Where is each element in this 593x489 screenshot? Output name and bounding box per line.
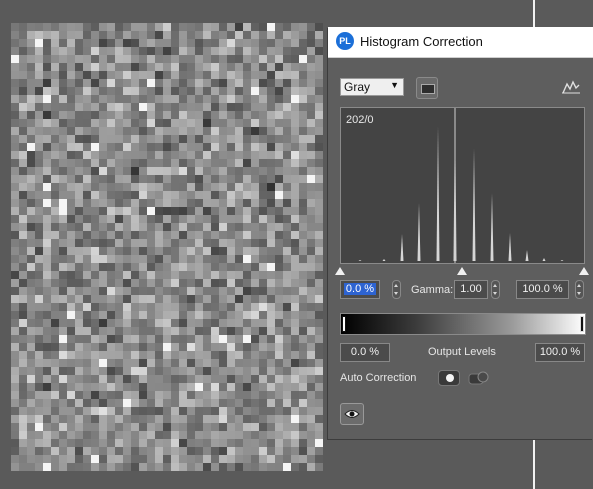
noise-image — [11, 23, 323, 471]
output-white-handle[interactable] — [580, 316, 584, 332]
channel-select[interactable]: Gray ▼ — [340, 78, 404, 96]
gamma-handle[interactable] — [457, 267, 467, 275]
input-black-spinner[interactable] — [392, 280, 401, 299]
reset-button[interactable] — [416, 77, 438, 99]
histogram-icon[interactable] — [562, 80, 580, 94]
white-point-handle[interactable] — [579, 267, 589, 275]
input-white-spinner[interactable] — [575, 280, 584, 299]
histogram-bar — [560, 260, 564, 261]
histogram-bar — [472, 148, 476, 261]
output-white-value: 100.0 % — [539, 346, 581, 358]
histogram-bar — [382, 259, 386, 261]
histogram-graph — [358, 108, 564, 263]
input-white-value: 100.0 % — [522, 283, 563, 295]
output-black-handle[interactable] — [342, 316, 346, 332]
input-black-field[interactable]: 0.0 % — [340, 280, 380, 299]
toggle-knob-icon — [446, 374, 454, 382]
histogram-bar — [400, 234, 404, 261]
auto-correction-toggle[interactable] — [438, 370, 460, 386]
input-levels-slider[interactable] — [335, 265, 589, 277]
output-black-field[interactable]: 0.0 % — [340, 343, 390, 362]
gamma-field[interactable]: 1.00 — [454, 280, 488, 299]
dropdown-arrow-icon: ▼ — [390, 80, 399, 90]
output-levels-label: Output Levels — [428, 346, 496, 358]
output-white-field[interactable]: 100.0 % — [535, 343, 585, 362]
output-black-value: 0.0 % — [350, 346, 380, 358]
channel-value: Gray — [344, 80, 371, 94]
title-bar[interactable]: PL Histogram Correction — [328, 27, 593, 58]
histogram-bar — [525, 250, 529, 261]
histogram-correction-dialog: PL Histogram Correction Gray ▼ 202/0 0.0… — [328, 27, 593, 439]
gamma-spinner[interactable] — [491, 280, 500, 299]
image-canvas[interactable] — [11, 23, 323, 471]
histogram-bar — [358, 260, 362, 261]
eye-icon — [344, 410, 360, 418]
input-black-value: 0.0 % — [343, 283, 377, 295]
auto-correction-label: Auto Correction — [340, 372, 417, 384]
black-point-handle[interactable] — [335, 267, 345, 275]
guide-line-top — [533, 0, 535, 27]
histogram-bar — [417, 203, 421, 261]
gamma-value: 1.00 — [460, 283, 482, 295]
guide-line-bottom — [533, 440, 535, 489]
histogram-panel[interactable]: 202/0 — [340, 107, 585, 264]
auto-correction-brush-icon[interactable] — [468, 369, 490, 387]
dialog-title: Histogram Correction — [360, 34, 483, 49]
histogram-bar — [542, 258, 546, 261]
histogram-bar — [490, 193, 494, 261]
reset-icon — [421, 84, 435, 94]
output-levels-gradient[interactable] — [340, 313, 586, 335]
gamma-label: Gamma: — [411, 284, 454, 296]
histogram-bar — [508, 233, 512, 261]
preview-button[interactable] — [340, 403, 364, 425]
histogram-bar — [436, 126, 440, 261]
app-logo-icon: PL — [336, 32, 354, 50]
histogram-readout: 202/0 — [346, 114, 374, 126]
input-white-field[interactable]: 100.0 % — [516, 280, 569, 299]
